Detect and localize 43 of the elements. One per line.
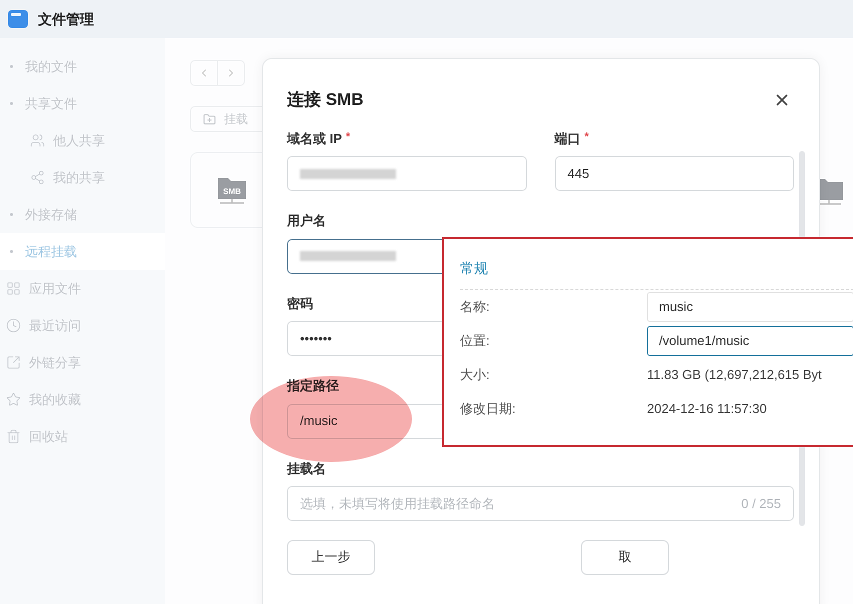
field-label: 端口 bbox=[554, 130, 580, 148]
property-label: 大小: bbox=[460, 366, 491, 384]
bullet-icon bbox=[10, 250, 13, 253]
folder-plus-icon bbox=[203, 112, 216, 126]
input-field[interactable]: 选填，未填写将使用挂载路径命名 0 / 255 bbox=[287, 486, 794, 521]
required-mark: * bbox=[346, 130, 350, 144]
clock-icon bbox=[6, 318, 21, 333]
dialog-title: 连接 SMB bbox=[287, 89, 364, 111]
app-folder-icon bbox=[8, 9, 28, 29]
section-title: 常规 bbox=[460, 260, 488, 276]
field-value: 445 bbox=[568, 164, 590, 183]
field-value: ••••••• bbox=[300, 330, 332, 348]
field-label: 域名或 IP bbox=[287, 130, 342, 148]
input-field[interactable] bbox=[287, 156, 526, 191]
share-icon bbox=[30, 170, 45, 185]
property-value: 11.83 GB (12,697,212,615 Byt bbox=[647, 366, 822, 384]
field-label: 指定路径 bbox=[287, 377, 339, 395]
field-placeholder: 选填，未填写将使用挂载路径命名 bbox=[300, 494, 495, 513]
property-value: 2024-12-16 11:57:30 bbox=[647, 400, 767, 418]
app-title: 文件管理 bbox=[38, 10, 94, 28]
property-field[interactable]: music bbox=[647, 292, 853, 322]
star-icon bbox=[6, 392, 21, 407]
property-label: 位置: bbox=[460, 332, 491, 350]
field-label: 密码 bbox=[287, 294, 313, 312]
character-counter: 0 / 255 bbox=[741, 494, 781, 513]
dialog-button[interactable]: 取 bbox=[581, 540, 669, 574]
property-field[interactable]: /volume1/music bbox=[647, 326, 853, 356]
bullet-icon bbox=[10, 213, 13, 216]
field-label: 挂载名 bbox=[287, 460, 326, 478]
grid-icon bbox=[6, 281, 21, 296]
property-label: 名称: bbox=[460, 298, 491, 316]
share-out-icon bbox=[6, 355, 21, 370]
input-field[interactable]: 445 bbox=[554, 156, 794, 191]
property-label: 修改日期: bbox=[460, 400, 517, 418]
bullet-icon bbox=[10, 65, 13, 68]
users-icon bbox=[30, 133, 45, 148]
dialog-button[interactable]: 上一步 bbox=[287, 540, 375, 574]
field-label: 用户名 bbox=[287, 212, 326, 230]
required-mark: * bbox=[584, 130, 589, 144]
trash-icon bbox=[6, 429, 21, 444]
bullet-icon bbox=[10, 102, 13, 105]
field-value: /music bbox=[300, 412, 338, 430]
sidebar-item[interactable]: 远程挂载 bbox=[0, 233, 165, 270]
